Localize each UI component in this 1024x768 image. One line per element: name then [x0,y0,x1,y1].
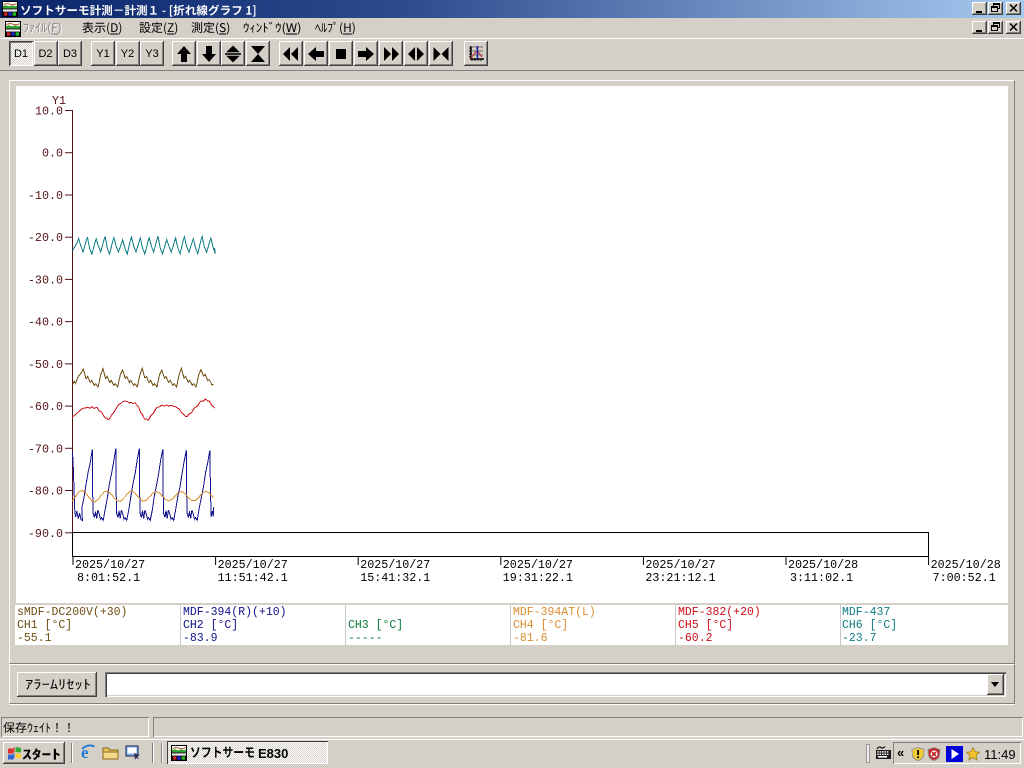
svg-text:-10.0: -10.0 [28,189,63,203]
svg-text:10.0: 10.0 [35,105,63,119]
svg-text:-40.0: -40.0 [28,316,63,330]
svg-text:-90.0: -90.0 [28,527,63,541]
svg-text:2025/10/27: 2025/10/27 [75,558,145,572]
svg-text:-60.0: -60.0 [28,400,63,414]
svg-text:-70.0: -70.0 [28,442,63,456]
svg-text:19:31:22.1: 19:31:22.1 [503,571,573,585]
svg-text:2025/10/27: 2025/10/27 [360,558,430,572]
svg-text:-30.0: -30.0 [28,273,63,287]
svg-text:8:01:52.1: 8:01:52.1 [77,571,140,585]
svg-text:-80.0: -80.0 [28,485,63,499]
svg-text:2025/10/27: 2025/10/27 [645,558,715,572]
svg-text:0.0: 0.0 [42,147,63,161]
svg-text:3:11:02.1: 3:11:02.1 [790,571,853,585]
svg-text:15:41:32.1: 15:41:32.1 [360,571,430,585]
svg-text:7:00:52.1: 7:00:52.1 [933,571,996,585]
svg-text:11:51:42.1: 11:51:42.1 [218,571,288,585]
svg-text:2025/10/28: 2025/10/28 [788,558,858,572]
svg-text:-50.0: -50.0 [28,358,63,372]
svg-text:2025/10/27: 2025/10/27 [503,558,573,572]
svg-text:2025/10/28: 2025/10/28 [931,558,1001,572]
svg-text:2025/10/27: 2025/10/27 [218,558,288,572]
svg-text:-20.0: -20.0 [28,231,63,245]
svg-text:23:21:12.1: 23:21:12.1 [645,571,715,585]
